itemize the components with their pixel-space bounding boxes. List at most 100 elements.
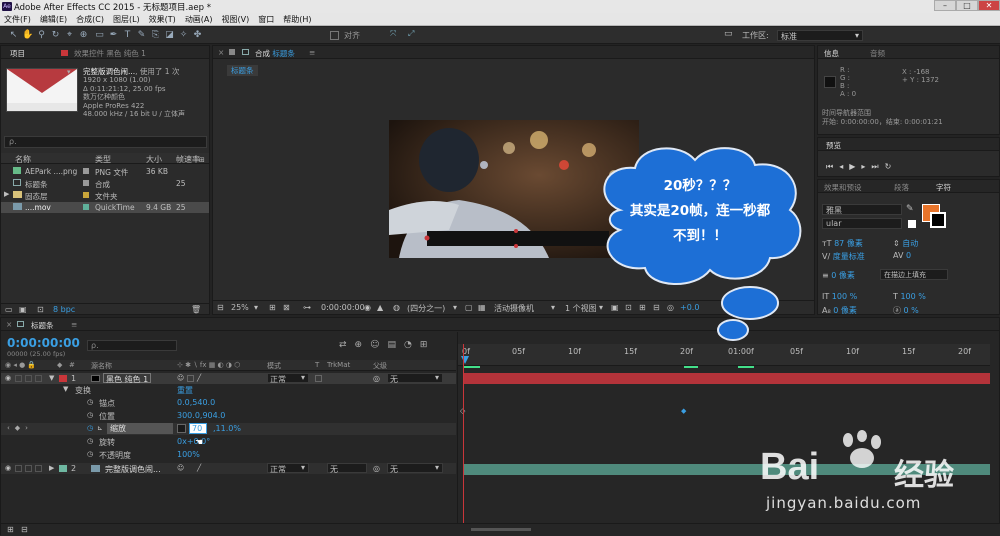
align-icon[interactable]: ⤧ [390, 29, 396, 39]
tab-effect-controls[interactable]: 效果控件 黑色 纯色 1 [74, 48, 146, 59]
horizontal-scale-value[interactable]: 100 % [900, 292, 925, 301]
draft-3d-icon[interactable]: ⊕ [355, 340, 371, 350]
loop-icon[interactable]: ↻ [885, 162, 898, 171]
scale-x-input[interactable]: 70 [189, 423, 207, 434]
roto-tool-icon[interactable]: ✧ [178, 30, 189, 41]
project-row[interactable]: 标题条 合成 25 [1, 178, 209, 189]
transform-reset[interactable]: 重置 [177, 385, 193, 396]
twirl-closed-icon[interactable]: ▶ [49, 464, 54, 472]
interpret-icon[interactable]: ▭ [5, 305, 13, 314]
transform-twirl-icon[interactable]: ▼ [63, 385, 68, 393]
layer-name[interactable]: 完整版调色闹... [105, 464, 161, 475]
comp-tab-name[interactable]: 标题条 [272, 49, 295, 58]
white-swatch[interactable] [908, 220, 916, 228]
menu-window[interactable]: 窗口 [254, 13, 279, 25]
menu-composition[interactable]: 合成(C) [72, 13, 109, 25]
eye-icon[interactable]: ◉ [5, 374, 11, 382]
layer-trkmat-select[interactable]: 无 [327, 463, 367, 474]
tab-paragraph[interactable]: 段落 [894, 182, 909, 193]
col-mode[interactable]: 模式 [267, 361, 281, 371]
tracking-value[interactable]: 0 [906, 251, 911, 260]
frame-blending-icon[interactable]: ▤ [387, 340, 404, 350]
graph-editor-icon[interactable]: ⊞ [420, 340, 436, 350]
thumb-arrow-icon[interactable]: ▾ [67, 68, 71, 76]
tab-composition[interactable]: 合成 [255, 49, 270, 58]
graph-icon[interactable]: ⊾ [97, 424, 103, 432]
anchor-value[interactable]: 0.0,540.0 [177, 398, 215, 407]
bpc-toggle[interactable]: 8 bpc [53, 305, 75, 314]
pickwhip-icon[interactable]: ◎ [373, 374, 380, 383]
menu-effect[interactable]: 效果(T) [145, 13, 181, 25]
comp-breadcrumb[interactable]: 标题条 [227, 65, 258, 76]
current-time-indicator[interactable] [463, 344, 464, 532]
opacity-value[interactable]: 100% [177, 450, 200, 459]
timeline-search-input[interactable]: ρ. [87, 340, 177, 351]
selection-tool-icon[interactable]: ↖ [8, 30, 19, 41]
vertical-scale-value[interactable]: 100 % [832, 292, 857, 301]
col-parent[interactable]: 父级 [373, 361, 387, 371]
snap-checkbox[interactable] [330, 31, 339, 40]
grid-icon[interactable]: ⊞ [269, 303, 276, 312]
constrain-proportions-icon[interactable] [177, 424, 186, 433]
panel-menu-icon[interactable]: ≡ [71, 320, 77, 329]
mask-icon[interactable]: ⊠ [283, 303, 290, 312]
type-tool-icon[interactable]: T [122, 30, 133, 41]
show-snapshot-icon[interactable]: ▲ [377, 303, 383, 312]
trash-icon[interactable]: 🗑 [191, 305, 201, 314]
tab-project[interactable]: 项目 [10, 48, 25, 59]
minimize-icon[interactable]: – [934, 0, 956, 11]
magnification-select[interactable]: 25% [231, 303, 249, 312]
new-comp-icon[interactable]: ⊡ [37, 305, 44, 314]
stopwatch-icon[interactable]: ◷ [87, 411, 93, 419]
baseline-value[interactable]: 0 像素 [833, 306, 857, 315]
pickwhip-icon[interactable]: ◎ [373, 464, 380, 473]
prev-frame-icon[interactable]: ◂ [839, 162, 849, 171]
eraser-tool-icon[interactable]: ◪ [164, 30, 175, 41]
col-t[interactable]: T [315, 361, 319, 369]
position-value[interactable]: 300.0,904.0 [177, 411, 225, 420]
current-time[interactable]: 0:00:00:00 [7, 336, 80, 350]
scale-y-value[interactable]: ,11.0% [213, 424, 241, 433]
shy-switch-icon[interactable]: ☺ [177, 374, 184, 382]
col-number[interactable]: # [69, 361, 75, 369]
layer-1-bar[interactable] [463, 373, 990, 384]
menu-file[interactable]: 文件(F) [0, 13, 36, 25]
channel-icon[interactable]: ◍ [393, 303, 400, 312]
layer-row[interactable]: ◉ ▶ 2 完整版调色闹... ☺ ╱ 正常 ▾ 无 ◎ 无 ▾ [1, 463, 456, 474]
transparency-icon[interactable]: ▦ [478, 303, 486, 312]
tab-info[interactable]: 信息 [824, 48, 839, 59]
camera-tool-icon[interactable]: ⌖ [64, 30, 75, 41]
kerning-value[interactable]: 度量标准 [833, 252, 865, 261]
keyframe-navigator[interactable]: ‹◆› [7, 424, 33, 432]
font-style-select[interactable]: ular [822, 218, 902, 229]
tab-character[interactable]: 字符 [936, 182, 951, 193]
stroke-width-value[interactable]: 0 像素 [831, 271, 855, 280]
twirl-open-icon[interactable]: ▼ [49, 374, 54, 382]
project-row[interactable]: ....mov QuickTime 9.4 GB 25 [1, 202, 209, 213]
quality-switch-icon[interactable]: ╱ [197, 464, 201, 472]
last-frame-icon[interactable]: ⏭ [871, 162, 884, 171]
stroke-mode-select[interactable]: 在描边上填充 [880, 269, 948, 280]
new-folder-icon[interactable]: ▣ [19, 305, 27, 314]
comp-timecode[interactable]: 0:00:00:00 [321, 303, 365, 312]
layer-label-swatch[interactable] [59, 375, 67, 382]
col-name[interactable]: 名称 [15, 154, 31, 165]
project-row[interactable]: ▶ 固态层 文件夹 [1, 190, 209, 201]
col-type[interactable]: 类型 [95, 154, 111, 165]
col-fps[interactable]: 帧速率 [176, 154, 200, 165]
rotation-value[interactable]: 0x+0.0° [177, 437, 210, 446]
roi-icon[interactable]: ▢ [465, 303, 473, 312]
zoom-slider[interactable] [471, 528, 531, 531]
font-family-select[interactable]: 雅黑 [822, 204, 902, 215]
expand-arrow-icon[interactable]: ▶ [4, 190, 9, 198]
stopwatch-active-icon[interactable]: ◷ [87, 424, 93, 432]
col-trkmat[interactable]: TrkMat [327, 361, 350, 369]
toggle-switches-icon[interactable]: ⊞ [7, 525, 14, 534]
stopwatch-icon[interactable]: ◷ [87, 437, 93, 445]
snapshot-icon[interactable]: ◉ [364, 303, 371, 312]
flowchart-icon[interactable]: ⊞ [199, 156, 205, 164]
col-source-name[interactable]: 源名称 [91, 361, 112, 371]
tab-timeline[interactable]: 标题条 [31, 320, 54, 331]
menu-edit[interactable]: 编辑(E) [36, 13, 72, 25]
snap-icon[interactable]: ⤢ [408, 29, 414, 39]
